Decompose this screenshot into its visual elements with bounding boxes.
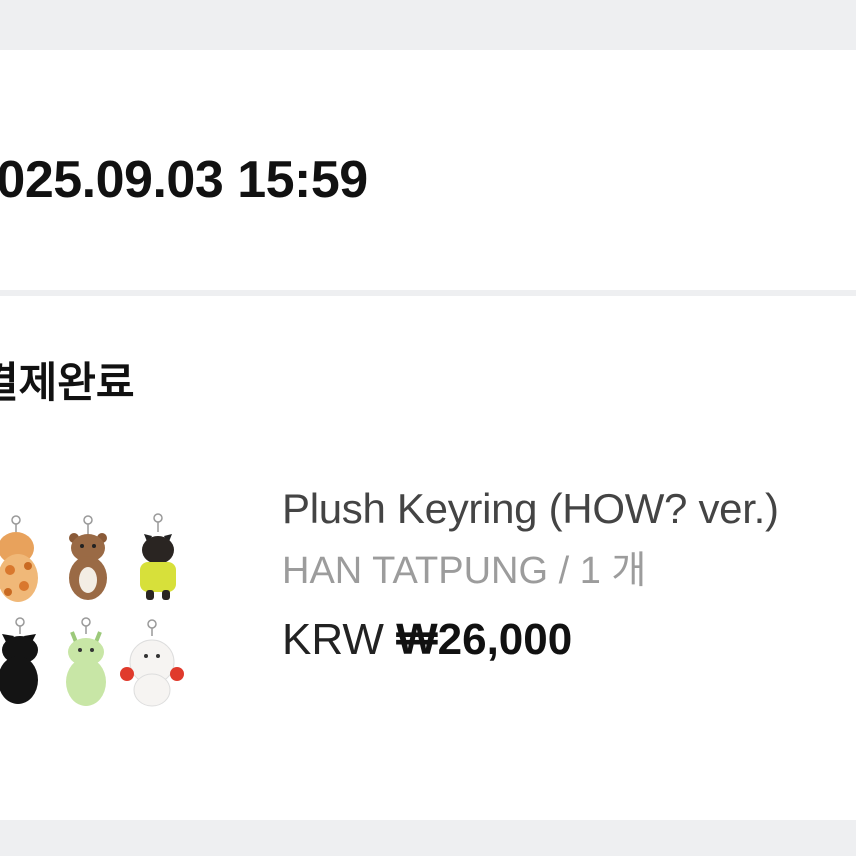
product-name[interactable]: Plush Keyring (HOW? ver.): [282, 488, 856, 530]
plush-bear-icon: [69, 515, 107, 600]
order-status: 결제완료: [0, 358, 135, 407]
plush-keyring-set-image: [0, 513, 184, 707]
product-price: KRW ₩26,000: [282, 618, 856, 662]
plush-black-creature-yellow-icon: [140, 513, 176, 600]
price-currency: KRW: [282, 615, 384, 664]
plush-black-cat-icon: [0, 617, 38, 704]
plush-green-creature-icon: [66, 617, 106, 706]
product-option-quantity: HAN TATPUNG / 1 개: [282, 550, 647, 592]
order-item-card[interactable]: 결제완료: [0, 296, 856, 820]
plush-tiger-icon: [0, 515, 38, 602]
order-date-card: 2025.09.03 15:59: [0, 50, 856, 290]
product-info[interactable]: Plush Keyring (HOW? ver.) HAN TATPUNG / …: [282, 488, 856, 662]
product-thumbnail[interactable]: [0, 504, 200, 724]
price-amount: ₩26,000: [396, 615, 573, 664]
plush-white-creature-icon: [120, 619, 184, 707]
screen: 2025.09.03 15:59 결제완료: [0, 0, 856, 856]
order-date: 2025.09.03 15:59: [0, 151, 368, 209]
